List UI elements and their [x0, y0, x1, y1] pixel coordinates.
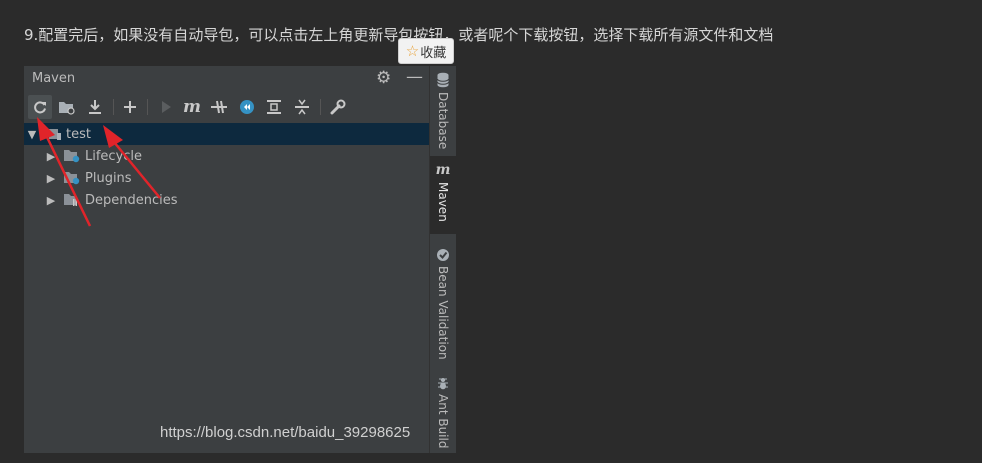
- skip-tests-icon: [240, 100, 254, 114]
- maven-module-icon: [49, 129, 61, 140]
- show-dependencies-icon: [267, 100, 281, 114]
- panel-title: Maven: [32, 71, 76, 86]
- tab-ant-build[interactable]: Ant Build: [430, 376, 456, 448]
- collect-label: 收藏: [420, 45, 447, 61]
- maven-settings-button[interactable]: [326, 95, 350, 119]
- maven-toolbar: m: [24, 93, 429, 121]
- expand-down-icon[interactable]: ▼: [26, 128, 38, 141]
- tree-label: Dependencies: [85, 192, 178, 208]
- collapse-all-button[interactable]: [290, 95, 314, 119]
- show-dependencies-button[interactable]: [262, 95, 286, 119]
- toggle-offline-button[interactable]: [207, 95, 231, 119]
- collapse-all-icon: [295, 99, 309, 115]
- maven-header: Maven ⚙ —: [24, 66, 429, 92]
- collect-button[interactable]: ☆ 收藏: [398, 38, 454, 64]
- tab-label: Database: [436, 92, 450, 150]
- toggle-offline-icon: [211, 100, 227, 114]
- folder-library-icon: [64, 194, 77, 206]
- run-button[interactable]: [154, 95, 178, 119]
- minimize-icon[interactable]: —: [406, 67, 423, 87]
- tree-label: Plugins: [85, 170, 132, 186]
- generate-sources-icon: [59, 102, 75, 115]
- right-tool-strip: Database m Maven Bean Validation Ant Bui…: [429, 66, 456, 453]
- reimport-icon: [34, 101, 46, 114]
- bean-validation-icon: [437, 249, 449, 261]
- maven-panel: Maven ⚙ — m ▼ test ▶ Lifecycle ▶ Plugins…: [24, 66, 456, 453]
- tree-item-dependencies[interactable]: ▶ Dependencies: [24, 189, 429, 211]
- tree-item-plugins[interactable]: ▶ Plugins: [24, 167, 429, 189]
- download-icon: [89, 100, 101, 114]
- tree-label: Lifecycle: [85, 148, 143, 164]
- folder-plugin-icon: [64, 172, 80, 185]
- gear-icon[interactable]: ⚙: [376, 68, 391, 88]
- tab-label: Maven: [436, 182, 450, 222]
- skip-tests-button[interactable]: [235, 95, 259, 119]
- database-icon: [437, 72, 449, 88]
- settings-wrench-icon: [330, 99, 346, 115]
- generate-sources-button[interactable]: [55, 95, 79, 119]
- download-button[interactable]: [83, 95, 107, 119]
- tab-maven[interactable]: m Maven: [430, 156, 456, 234]
- ant-icon: [438, 378, 448, 390]
- tab-label: Bean Validation: [436, 266, 450, 360]
- watermark-url: https://blog.csdn.net/baidu_39298625: [160, 424, 411, 441]
- add-project-button[interactable]: [118, 95, 142, 119]
- tree-label: test: [66, 126, 91, 142]
- expand-right-icon[interactable]: ▶: [45, 172, 57, 185]
- folder-gear-icon: [64, 150, 80, 163]
- reimport-button[interactable]: [28, 95, 52, 119]
- run-icon: [162, 101, 171, 113]
- tree-root-test[interactable]: ▼ test: [24, 123, 429, 145]
- tab-database[interactable]: Database: [430, 72, 456, 149]
- star-icon: ☆: [405, 42, 420, 60]
- tree-item-lifecycle[interactable]: ▶ Lifecycle: [24, 145, 429, 167]
- maven-m-icon: m: [435, 162, 451, 178]
- tab-label: Ant Build: [436, 394, 450, 449]
- tab-bean-validation[interactable]: Bean Validation: [430, 248, 456, 360]
- expand-right-icon[interactable]: ▶: [45, 194, 57, 207]
- add-icon: [124, 101, 136, 113]
- expand-right-icon[interactable]: ▶: [45, 150, 57, 163]
- execute-goal-button[interactable]: m: [180, 95, 204, 119]
- maven-goal-icon: m: [183, 97, 201, 117]
